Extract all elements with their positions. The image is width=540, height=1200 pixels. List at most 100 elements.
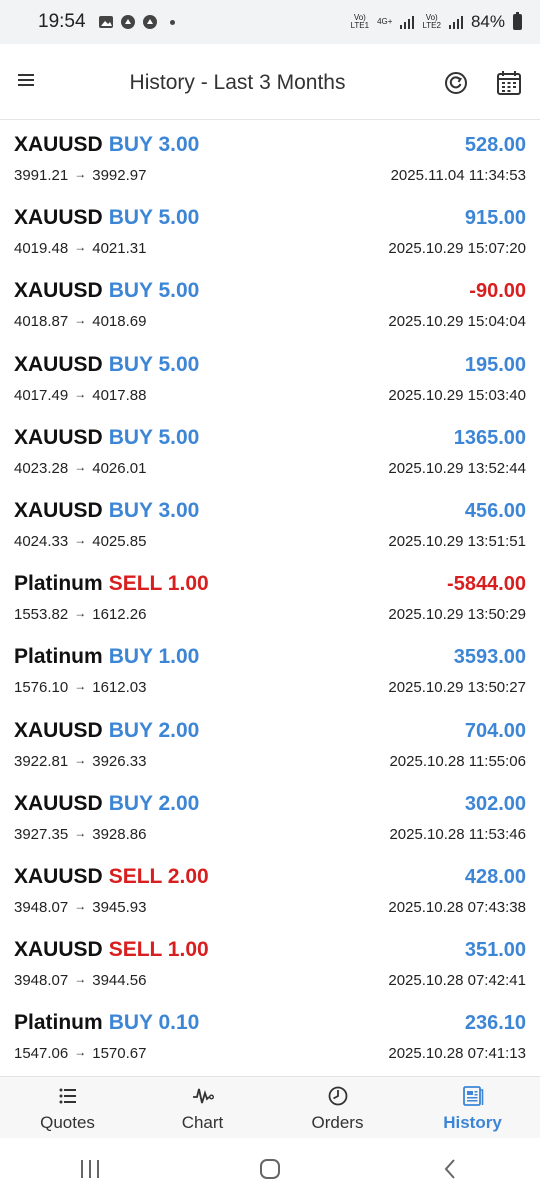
trade-symbol: XAUUSD [14,279,103,303]
home-icon [260,1159,280,1179]
close-price: 4017.88 [92,386,147,404]
trade-row[interactable]: XAUUSD BUY 3.00 456.00 4024.33 → 4025.85 2025.… [0,487,540,560]
trade-profit: 195.00 [464,353,526,376]
calendar-icon[interactable] [496,70,522,96]
cloud-sync-icon-2 [142,15,157,29]
open-price: 1553.82 [14,606,69,624]
trade-header: XAUUSD BUY 5.00 915.00 [14,206,526,232]
trade-row[interactable]: XAUUSD BUY 5.00 -90.00 4018.87 → 4018.69 2025.… [0,267,540,340]
trade-details: 4018.87 → 4018.69 2025.10.29 15:04:04 [14,313,526,330]
trade-details: 3927.35 → 3928.86 2025.10.28 11:53:46 [14,826,526,843]
trade-details: 3991.21 → 3992.97 2025.11.04 11:34:53 [14,167,526,184]
close-price: 4025.85 [92,532,147,550]
open-price: 3948.07 [14,898,69,916]
open-price: 4023.28 [14,459,69,477]
trade-row[interactable]: XAUUSD SELL 2.00 428.00 3948.07 → 3945.93 2025… [0,853,540,926]
trade-profit: 351.00 [464,939,526,962]
trade-details: 1576.10 → 1612.03 2025.10.29 13:50:27 [14,679,526,696]
trade-profit: -5844.00 [447,573,526,596]
close-price: 4018.69 [92,313,147,331]
tab-quotes[interactable]: Quotes [0,1077,135,1138]
battery-icon [513,12,522,30]
price-arrow: → [74,898,87,913]
close-price: 3926.33 [92,752,147,770]
trade-symbol: XAUUSD [14,498,103,522]
close-price: 3945.93 [92,898,147,916]
trade-action: BUY 5.00 [108,206,200,230]
trade-action: SELL 1.00 [108,572,209,596]
chart-icon [192,1088,214,1104]
trade-row[interactable]: Platinum BUY 0.10 236.10 1547.06 → 1570.67 202… [0,999,540,1072]
history-list[interactable]: XAUUSD BUY 3.00 528.00 3991.21 → 3992.97 2025.… [0,121,540,1075]
trade-header: Platinum BUY 1.00 3593.00 [14,645,526,671]
trade-time: 2025.10.29 15:07:20 [388,240,526,258]
trade-profit: 1365.00 [453,426,526,449]
list-icon [59,1088,76,1104]
home-button[interactable] [255,1154,285,1184]
sim2-volte: Vo) LTE2 [422,13,441,30]
clock-icon [328,1086,347,1106]
open-price: 3922.81 [14,752,69,770]
trade-action: BUY 5.00 [108,352,200,376]
tab-history[interactable]: History [405,1077,540,1138]
trade-details: 3948.07 → 3945.93 2025.10.28 07:43:38 [14,899,526,916]
trade-header: Platinum SELL 1.00 -5844.00 [14,572,526,598]
trade-row[interactable]: Platinum SELL 1.00 -5844.00 1553.82 → 1612.26… [0,560,540,633]
cloud-sync-icon [120,15,135,29]
status-right: Vo) LTE1 4G+ Vo) LTE2 84% [351,12,522,32]
tab-chart[interactable]: Chart [135,1077,270,1138]
close-price: 1612.26 [92,606,147,624]
open-price: 4017.49 [14,386,69,404]
price-arrow: → [74,167,87,181]
price-arrow: → [74,313,87,328]
trade-row[interactable]: XAUUSD BUY 2.00 704.00 3922.81 → 3926.33 2025.… [0,707,540,780]
trade-time: 2025.10.29 15:04:04 [388,313,526,331]
trade-symbol: XAUUSD [14,718,103,742]
open-price: 4018.87 [14,313,69,331]
back-button[interactable] [435,1154,465,1184]
trade-profit: 428.00 [464,865,526,888]
signal-icon [400,15,415,29]
trade-action: BUY 3.00 [108,133,200,156]
trade-row[interactable]: XAUUSD BUY 5.00 915.00 4019.48 → 4021.31 2025.… [0,194,540,267]
trade-row[interactable]: Platinum BUY 1.00 3593.00 1576.10 → 1612.03 20… [0,633,540,706]
close-price: 3944.56 [92,972,147,990]
open-price: 1547.06 [14,1045,69,1063]
open-price: 3927.35 [14,825,69,843]
signal-icon-2 [448,15,463,29]
trade-profit: 236.10 [464,1012,526,1035]
trade-header: XAUUSD BUY 2.00 704.00 [14,719,526,745]
trade-symbol: XAUUSD [14,425,103,449]
trade-symbol: XAUUSD [14,938,103,962]
close-price: 3992.97 [92,167,147,184]
trade-row[interactable]: XAUUSD BUY 5.00 195.00 4017.49 → 4017.88 2025.… [0,341,540,414]
trade-row[interactable]: XAUUSD BUY 3.00 528.00 3991.21 → 3992.97 2025.… [0,121,540,194]
recent-apps-icon [81,1160,99,1178]
trade-action: BUY 5.00 [108,279,200,303]
trade-symbol: Platinum [14,1011,103,1035]
trade-row[interactable]: XAUUSD BUY 2.00 302.00 3927.35 → 3928.86 2025.… [0,780,540,853]
trade-row[interactable]: XAUUSD BUY 5.00 1365.00 4023.28 → 4026.01 2025… [0,414,540,487]
trade-profit: 3593.00 [453,646,526,669]
tab-orders-label: Orders [311,1113,364,1132]
tab-chart-label: Chart [181,1113,224,1132]
trade-symbol: XAUUSD [14,133,103,156]
status-time: 19:54 [38,11,86,32]
price-arrow: → [74,606,87,621]
tab-orders[interactable]: Orders [270,1077,405,1138]
close-price: 4021.31 [92,240,147,258]
recent-apps-button[interactable] [75,1154,105,1184]
refresh-icon[interactable] [443,70,469,96]
trade-header: XAUUSD SELL 1.00 351.00 [14,938,526,964]
trade-symbol: Platinum [14,645,103,669]
trade-header: XAUUSD SELL 2.00 428.00 [14,865,526,891]
trade-header: XAUUSD BUY 5.00 195.00 [14,353,526,379]
trade-time: 2025.11.04 11:34:53 [390,167,526,184]
trade-details: 4024.33 → 4025.85 2025.10.29 13:51:51 [14,533,526,550]
network-type: 4G+ [377,17,393,26]
trade-symbol: XAUUSD [14,791,103,815]
trade-row[interactable]: XAUUSD SELL 1.00 351.00 3948.07 → 3944.56 2025… [0,926,540,999]
trade-time: 2025.10.28 11:53:46 [389,825,526,843]
trade-details: 4023.28 → 4026.01 2025.10.29 13:52:44 [14,460,526,477]
price-arrow: → [74,386,87,401]
